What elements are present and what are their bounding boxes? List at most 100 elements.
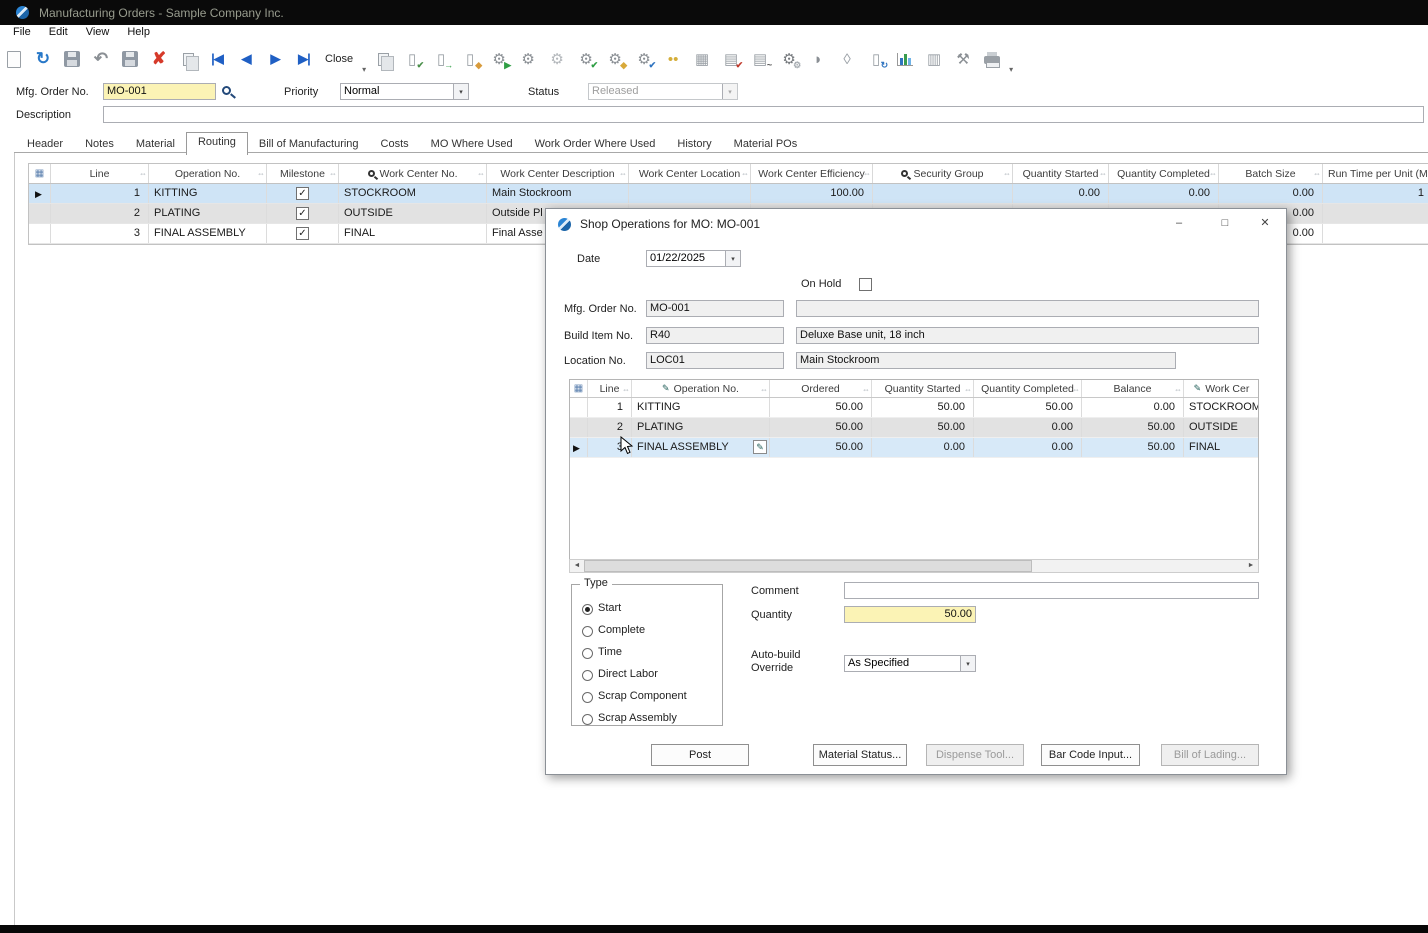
report-document-icon[interactable]: ▤~ — [748, 47, 772, 71]
process-complete-icon[interactable]: ⚙✔ — [574, 47, 598, 71]
dialog-mfg-order-field[interactable]: MO-001 — [646, 300, 784, 317]
dispense-icon[interactable]: ◗ — [806, 47, 830, 71]
cell-qty-started[interactable]: 0.00 — [872, 438, 974, 457]
sort-filter-icon[interactable]: ⇔ — [741, 169, 749, 178]
close-button[interactable]: Close — [321, 53, 357, 65]
nav-previous-icon[interactable]: ◀ — [234, 47, 258, 71]
sort-filter-icon[interactable]: ⇔ — [760, 385, 768, 394]
cell-ordered[interactable]: 50.00 — [770, 418, 872, 437]
cell-qty-completed[interactable]: 0.00 — [1109, 184, 1219, 203]
radio-direct-labor[interactable] — [582, 670, 593, 681]
column-header-work-center[interactable]: ✎Work Cer — [1184, 380, 1259, 397]
priority-select[interactable]: Normal ▾ — [340, 83, 469, 100]
build-item-field[interactable]: R40 — [646, 327, 784, 344]
quantity-input[interactable]: 50.00 — [844, 606, 976, 623]
sort-filter-icon[interactable]: ⇔ — [1174, 385, 1182, 394]
toolbar-overflow-icon[interactable]: ▾ — [362, 65, 366, 77]
scrollbar-thumb[interactable] — [584, 560, 1032, 572]
table-row[interactable]: 2 PLATING 50.00 50.00 0.00 50.00 OUTSIDE — [570, 418, 1258, 438]
sort-filter-icon[interactable]: ⇔ — [1209, 169, 1217, 178]
cell-operation[interactable]: KITTING — [149, 184, 267, 203]
cell-qty-completed[interactable]: 0.00 — [974, 438, 1082, 457]
sort-filter-icon[interactable]: ⇔ — [329, 169, 337, 178]
column-header-work-center-description[interactable]: Work Center Description⇔ — [487, 164, 629, 183]
nav-last-icon[interactable]: ▶| — [292, 47, 316, 71]
scroll-right-icon[interactable]: ► — [1244, 560, 1258, 572]
cell-line[interactable]: 2 — [588, 418, 632, 437]
column-header-balance[interactable]: Balance⇔ — [1082, 380, 1184, 397]
sort-filter-icon[interactable]: ⇔ — [257, 169, 265, 178]
process-start-icon[interactable]: ⚙▶ — [487, 47, 511, 71]
description-input[interactable] — [103, 106, 1424, 123]
cell-operation[interactable]: KITTING — [632, 398, 770, 417]
process-gray-icon[interactable]: ⚙ — [545, 47, 569, 71]
cell-security-group[interactable] — [873, 184, 1013, 203]
radio-time[interactable] — [582, 648, 593, 659]
sort-filter-icon[interactable]: ⇔ — [1003, 169, 1011, 178]
cell-location[interactable] — [629, 184, 751, 203]
cell-efficiency[interactable]: 100.00 — [751, 184, 873, 203]
save-all-icon[interactable] — [118, 47, 142, 71]
sort-filter-icon[interactable]: ⇔ — [477, 169, 485, 178]
maximize-icon[interactable]: □ — [1212, 215, 1238, 233]
scroll-left-icon[interactable]: ◄ — [570, 560, 584, 572]
save-icon[interactable] — [60, 47, 84, 71]
sort-filter-icon[interactable]: ⇔ — [139, 169, 147, 178]
bar-code-input-button[interactable]: Bar Code Input... — [1041, 744, 1140, 766]
checklist-icon[interactable]: ▤✔ — [719, 47, 743, 71]
wrench-icon[interactable]: ⚒ — [951, 47, 975, 71]
on-hold-checkbox[interactable] — [859, 278, 872, 291]
cell-ordered[interactable]: 50.00 — [770, 398, 872, 417]
copy-pages-icon[interactable] — [371, 47, 395, 71]
sort-filter-icon[interactable]: ⇔ — [863, 169, 871, 178]
sort-filter-icon[interactable]: ⇔ — [1099, 169, 1107, 178]
table-row[interactable]: ▶ 1 KITTING ✓ STOCKROOM Main Stockroom 1… — [29, 184, 1428, 204]
sort-filter-icon[interactable]: ⇔ — [1313, 169, 1321, 178]
tab-routing[interactable]: Routing — [186, 132, 248, 155]
column-header-quantity-completed[interactable]: Quantity Completed⇔ — [974, 380, 1082, 397]
nav-next-icon[interactable]: ▶ — [263, 47, 287, 71]
process-hold-icon[interactable]: ⚙◆ — [603, 47, 627, 71]
grid-document-icon[interactable]: ▦ — [690, 47, 714, 71]
menu-edit[interactable]: Edit — [40, 25, 77, 41]
table-row[interactable]: ▶ 3 FINAL ASSEMBLY✎ 50.00 0.00 0.00 50.0… — [570, 438, 1258, 458]
column-header-line[interactable]: Line⇔ — [588, 380, 632, 397]
cell-qty-completed[interactable]: 0.00 — [974, 418, 1082, 437]
cell-batch-size[interactable]: 0.00 — [1219, 184, 1323, 203]
sort-filter-icon[interactable]: ⇔ — [1072, 385, 1080, 394]
milestone-checkbox[interactable]: ✓ — [296, 227, 309, 240]
radio-scrap-component[interactable] — [582, 692, 593, 703]
dialog-mfg-order-desc-field[interactable] — [796, 300, 1259, 317]
cell-work-center[interactable]: STOCKROOM — [1184, 398, 1259, 417]
radio-start[interactable] — [582, 604, 593, 615]
sort-filter-icon[interactable]: ⇔ — [862, 385, 870, 394]
cell-qty-completed[interactable]: 50.00 — [974, 398, 1082, 417]
cell-line[interactable]: 2 — [51, 204, 149, 223]
autobuild-select[interactable]: As Specified ▾ — [844, 655, 976, 672]
document-export-icon[interactable]: ▯→ — [429, 47, 453, 71]
column-header-milestone[interactable]: Milestone⇔ — [267, 164, 339, 183]
location-desc-field[interactable]: Main Stockroom — [796, 352, 1176, 369]
document-update-icon[interactable]: ▯◆ — [458, 47, 482, 71]
close-icon[interactable]: ✕ — [1252, 215, 1278, 233]
footprints-icon[interactable]: •• — [661, 47, 685, 71]
cell-balance[interactable]: 0.00 — [1082, 398, 1184, 417]
nav-first-icon[interactable]: |◀ — [205, 47, 229, 71]
cell-operation[interactable]: FINAL ASSEMBLY — [149, 224, 267, 243]
cell-qty-started[interactable]: 50.00 — [872, 398, 974, 417]
build-item-desc-field[interactable]: Deluxe Base unit, 18 inch — [796, 327, 1259, 344]
bar-chart-icon[interactable] — [893, 47, 917, 71]
location-field[interactable]: LOC01 — [646, 352, 784, 369]
cell-balance[interactable]: 50.00 — [1082, 418, 1184, 437]
material-status-button[interactable]: Material Status... — [813, 744, 907, 766]
search-icon[interactable] — [222, 86, 231, 95]
sort-filter-icon[interactable]: ⇔ — [964, 385, 972, 394]
cell-work-center[interactable]: OUTSIDE — [1184, 418, 1259, 437]
cell-work-center[interactable]: FINAL — [1184, 438, 1259, 457]
radio-scrap-assembly[interactable] — [582, 714, 593, 725]
menu-help[interactable]: Help — [118, 25, 159, 41]
select-all-header[interactable]: ▦ — [570, 380, 588, 397]
column-header-line[interactable]: Line⇔ — [51, 164, 149, 183]
minimize-icon[interactable]: – — [1166, 215, 1192, 233]
column-header-quantity-started[interactable]: Quantity Started⇔ — [872, 380, 974, 397]
